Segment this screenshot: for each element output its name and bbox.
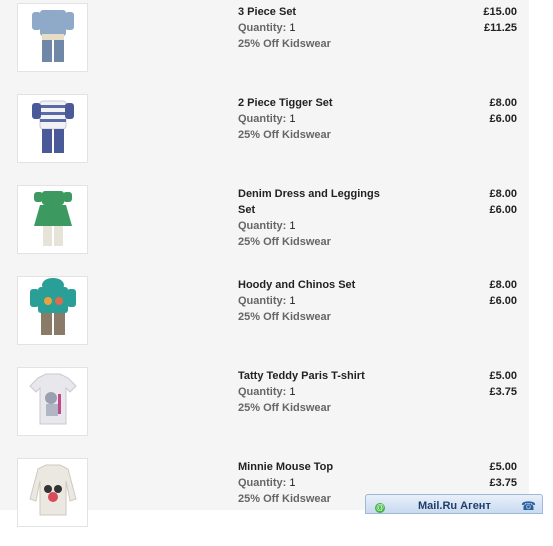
mailru-agent-icon: @ [375, 503, 385, 513]
baby-top-minnie-icon [29, 464, 77, 516]
product-name[interactable]: Tatty Teddy Paris T-shirt Quantity: 1 25… [238, 368, 403, 416]
quantity-value: 1 [289, 477, 296, 489]
price-block: £8.00 £6.00 [489, 277, 517, 309]
baby-tshirt-teddy-icon [29, 373, 77, 425]
basket-item: Tatty Teddy Paris T-shirt Quantity: 1 25… [0, 364, 529, 455]
promo-text: 25% Off Kidswear [238, 311, 331, 323]
price-discounted: £3.75 [489, 477, 517, 489]
baby-outfit-green-dress-icon [34, 191, 72, 246]
basket-item: 3 Piece Set Quantity: 1 25% Off Kidswear… [0, 0, 529, 91]
price-original: £15.00 [483, 6, 517, 18]
quantity-line: Quantity: 1 [238, 220, 296, 232]
price-discounted: £3.75 [489, 386, 517, 398]
product-thumbnail[interactable] [17, 185, 88, 254]
price-original: £5.00 [489, 461, 517, 473]
quantity-value: 1 [289, 22, 296, 34]
product-thumbnail[interactable] [17, 276, 88, 345]
promo-text: 25% Off Kidswear [238, 236, 331, 248]
promo-text: 25% Off Kidswear [238, 38, 331, 50]
price-discounted: £6.00 [489, 113, 517, 125]
price-block: £5.00 £3.75 [489, 459, 517, 491]
product-name[interactable]: Hoody and Chinos Set Quantity: 1 25% Off… [238, 277, 403, 325]
quantity-line: Quantity: 1 [238, 477, 296, 489]
product-thumbnail[interactable] [17, 94, 88, 163]
product-name[interactable]: 3 Piece Set Quantity: 1 25% Off Kidswear [238, 4, 403, 52]
mailru-agent-bar[interactable]: @ Mail.Ru Агент ☎ [365, 494, 543, 514]
product-thumbnail[interactable] [17, 367, 88, 436]
quantity-value: 1 [289, 386, 296, 398]
baby-outfit-striped-tigger-icon [32, 100, 74, 153]
baby-outfit-teal-hoody-icon [30, 278, 76, 335]
price-block: £8.00 £6.00 [489, 186, 517, 218]
basket-item: Hoody and Chinos Set Quantity: 1 25% Off… [0, 273, 529, 364]
quantity-value: 1 [289, 295, 296, 307]
product-name[interactable]: 2 Piece Tigger Set Quantity: 1 25% Off K… [238, 95, 403, 143]
price-original: £5.00 [489, 370, 517, 382]
price-original: £8.00 [489, 188, 517, 200]
promo-text: 25% Off Kidswear [238, 402, 331, 414]
baby-outfit-blue-cardigan-icon [32, 10, 74, 62]
price-discounted: £6.00 [489, 295, 517, 307]
price-block: £15.00 £11.25 [483, 4, 517, 36]
price-discounted: £6.00 [489, 204, 517, 216]
quantity-line: Quantity: 1 [238, 113, 296, 125]
product-thumbnail[interactable] [17, 458, 88, 527]
quantity-line: Quantity: 1 [238, 22, 296, 34]
quantity-value: 1 [289, 220, 296, 232]
basket-item: Denim Dress and Leggings Set Quantity: 1… [0, 182, 529, 273]
promo-text: 25% Off Kidswear [238, 129, 331, 141]
agent-label: Mail.Ru Агент [418, 500, 491, 512]
quantity-line: Quantity: 1 [238, 386, 296, 398]
phone-icon[interactable]: ☎ [521, 499, 536, 513]
quantity-value: 1 [289, 113, 296, 125]
price-original: £8.00 [489, 97, 517, 109]
product-name[interactable]: Denim Dress and Leggings Set Quantity: 1… [238, 186, 403, 250]
basket-item: 2 Piece Tigger Set Quantity: 1 25% Off K… [0, 91, 529, 182]
basket-items-panel: 3 Piece Set Quantity: 1 25% Off Kidswear… [0, 0, 529, 527]
price-block: £8.00 £6.00 [489, 95, 517, 127]
product-thumbnail[interactable] [17, 3, 88, 72]
price-original: £8.00 [489, 279, 517, 291]
price-block: £5.00 £3.75 [489, 368, 517, 400]
price-discounted: £11.25 [483, 22, 517, 34]
quantity-line: Quantity: 1 [238, 295, 296, 307]
